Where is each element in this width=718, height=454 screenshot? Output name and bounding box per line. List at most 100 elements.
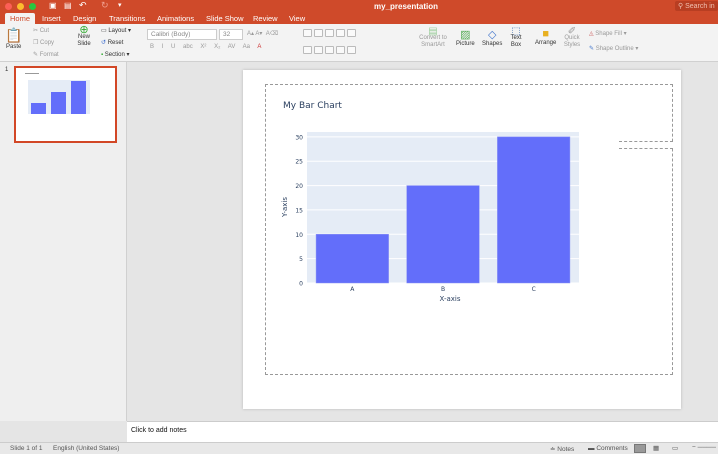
- y-tick-label: 15: [295, 207, 303, 214]
- arrange-button[interactable]: ■ Arrange: [535, 28, 556, 46]
- convert-smartart-button[interactable]: ▤ Convert to SmartArt: [415, 26, 451, 49]
- thumb-bar: [31, 103, 46, 114]
- cut-button[interactable]: ✂ Cut: [33, 27, 49, 34]
- shape-fill-button[interactable]: ◬ Shape Fill ▾: [589, 30, 627, 37]
- x-axis-label: X-axis: [440, 295, 461, 303]
- line-spacing-icon[interactable]: [335, 29, 345, 37]
- subscript-button[interactable]: X₂: [214, 44, 220, 50]
- font-color-icon[interactable]: A: [257, 44, 261, 50]
- y-tick-label: 20: [295, 183, 303, 190]
- quick-styles-button[interactable]: ✐ Quick Styles: [562, 26, 582, 49]
- customize-toolbar-icon[interactable]: ▾: [118, 1, 122, 9]
- x-tick-label: C: [532, 286, 536, 293]
- title-bar: ▣ ▤ ↶ ↻ ▾ my_presentation ⚲ Search in Ho…: [0, 0, 718, 24]
- sidebar-toggle-icon[interactable]: ▣: [49, 1, 57, 10]
- indent-icon[interactable]: [324, 29, 334, 37]
- char-spacing-icon[interactable]: AV: [228, 44, 236, 50]
- shapes-button[interactable]: ◇ Shapes: [482, 28, 502, 47]
- reset-button[interactable]: ↺ Reset: [101, 39, 123, 46]
- y-tick-label: 30: [295, 134, 303, 141]
- tab-animations[interactable]: Animations: [152, 13, 199, 24]
- tab-design[interactable]: Design: [68, 13, 101, 24]
- slide-thumbnail-1[interactable]: [14, 66, 117, 143]
- reset-icon: ↺: [101, 40, 108, 46]
- font-size-buttons[interactable]: A▴ A▾ A⌫: [247, 30, 278, 37]
- y-tick-label: 10: [295, 232, 303, 239]
- bar-chart: My Bar Chart 0 5 10 15 20 25 30 A B C X-axis Y-ax…: [281, 101, 579, 303]
- copy-icon: ❐: [33, 40, 41, 46]
- comments-button[interactable]: ▬ Comments: [588, 445, 628, 452]
- redo-icon[interactable]: ↻: [101, 0, 109, 11]
- tab-insert[interactable]: Insert: [37, 13, 66, 24]
- save-icon[interactable]: ▤: [64, 1, 72, 10]
- shapes-icon: ◇: [487, 29, 497, 41]
- change-case-icon[interactable]: Aa: [243, 44, 250, 50]
- tab-review[interactable]: Review: [248, 13, 283, 24]
- align-center-icon[interactable]: [313, 46, 323, 54]
- new-slide-icon: ⊕: [79, 24, 89, 36]
- slide-number: 1: [5, 67, 9, 73]
- new-slide-button[interactable]: ⊕ New Slide: [74, 24, 94, 48]
- bullets-icon[interactable]: [303, 29, 312, 37]
- minimize-window-button[interactable]: [17, 3, 24, 10]
- window-title: my_presentation: [374, 2, 439, 11]
- notes-pane[interactable]: Click to add notes: [127, 421, 718, 442]
- y-tick-label: 5: [299, 256, 303, 263]
- text-box-button[interactable]: ⬚ Text Box: [509, 26, 523, 49]
- slide-canvas[interactable]: My Bar Chart 0 5 10 15 20 25 30 A B C X-axis Y-ax…: [243, 70, 681, 409]
- bar-B: [406, 185, 480, 284]
- undo-icon[interactable]: ↶: [79, 0, 87, 11]
- paragraph-controls: [303, 29, 356, 56]
- strikethrough-button[interactable]: abc: [183, 44, 193, 50]
- x-tick-label: B: [441, 286, 445, 293]
- y-tick-label: 0: [299, 281, 303, 288]
- italic-button[interactable]: I: [162, 44, 164, 50]
- status-bar: Slide 1 of 1 English (United States) ≐ N…: [0, 442, 718, 454]
- normal-view-button[interactable]: [634, 444, 646, 453]
- tab-home[interactable]: Home: [5, 13, 36, 24]
- thumb-bar: [51, 92, 66, 114]
- reading-view-icon[interactable]: ▭: [672, 444, 678, 452]
- chart-title: My Bar Chart: [283, 101, 342, 111]
- numbering-icon[interactable]: [313, 29, 323, 37]
- format-buttons: B I U abc X² X₂ AV Aa A: [150, 44, 261, 50]
- smartart-icon: ▤: [428, 26, 438, 37]
- justify-icon[interactable]: [335, 46, 345, 54]
- layout-button[interactable]: ▭ Layout ▾: [101, 27, 131, 34]
- bar-A: [315, 234, 389, 284]
- font-name-select[interactable]: Calibri (Body): [147, 29, 217, 40]
- shape-outline-button[interactable]: ✎ Shape Outline ▾: [589, 45, 638, 52]
- format-painter-button[interactable]: ✎ Format: [33, 51, 59, 58]
- notes-button[interactable]: ≐ Notes: [550, 445, 574, 453]
- superscript-button[interactable]: X²: [200, 44, 206, 50]
- section-button[interactable]: ▪ Section ▾: [101, 51, 130, 58]
- notes-placeholder: Click to add notes: [131, 427, 187, 434]
- picture-button[interactable]: ▨ Picture: [456, 28, 475, 47]
- zoom-slider[interactable]: − ────: [692, 444, 716, 451]
- align-left-icon[interactable]: [303, 46, 312, 54]
- search-input[interactable]: ⚲ Search in: [675, 1, 718, 11]
- tab-transitions[interactable]: Transitions: [104, 13, 150, 24]
- bold-button[interactable]: B: [150, 44, 154, 50]
- align-right-icon[interactable]: [324, 46, 334, 54]
- maximize-window-button[interactable]: [29, 3, 36, 10]
- slide-sorter-icon[interactable]: ▦: [653, 444, 659, 452]
- font-size-select[interactable]: 32: [219, 29, 243, 40]
- thumb-plot: [28, 80, 90, 114]
- textbox-icon: ⬚: [511, 26, 521, 37]
- ribbon: 📋 Paste ✂ Cut ❐ Copy ✎ Format ⊕ New Slide …: [0, 24, 718, 62]
- underline-button[interactable]: U: [171, 44, 175, 50]
- slide-count: Slide 1 of 1: [10, 445, 43, 452]
- tab-view[interactable]: View: [284, 13, 310, 24]
- picture-icon: ▨: [460, 29, 471, 41]
- tab-slide-show[interactable]: Slide Show: [201, 13, 249, 24]
- quick-styles-icon: ✐: [567, 26, 577, 37]
- bar-C: [497, 136, 571, 284]
- close-window-button[interactable]: [5, 3, 12, 10]
- text-direction-icon[interactable]: [346, 46, 356, 54]
- thumb-title: [25, 73, 39, 74]
- paste-button[interactable]: 📋 Paste: [5, 27, 22, 50]
- language[interactable]: English (United States): [53, 445, 119, 452]
- columns-icon[interactable]: [346, 29, 356, 37]
- copy-button[interactable]: ❐ Copy: [33, 39, 54, 46]
